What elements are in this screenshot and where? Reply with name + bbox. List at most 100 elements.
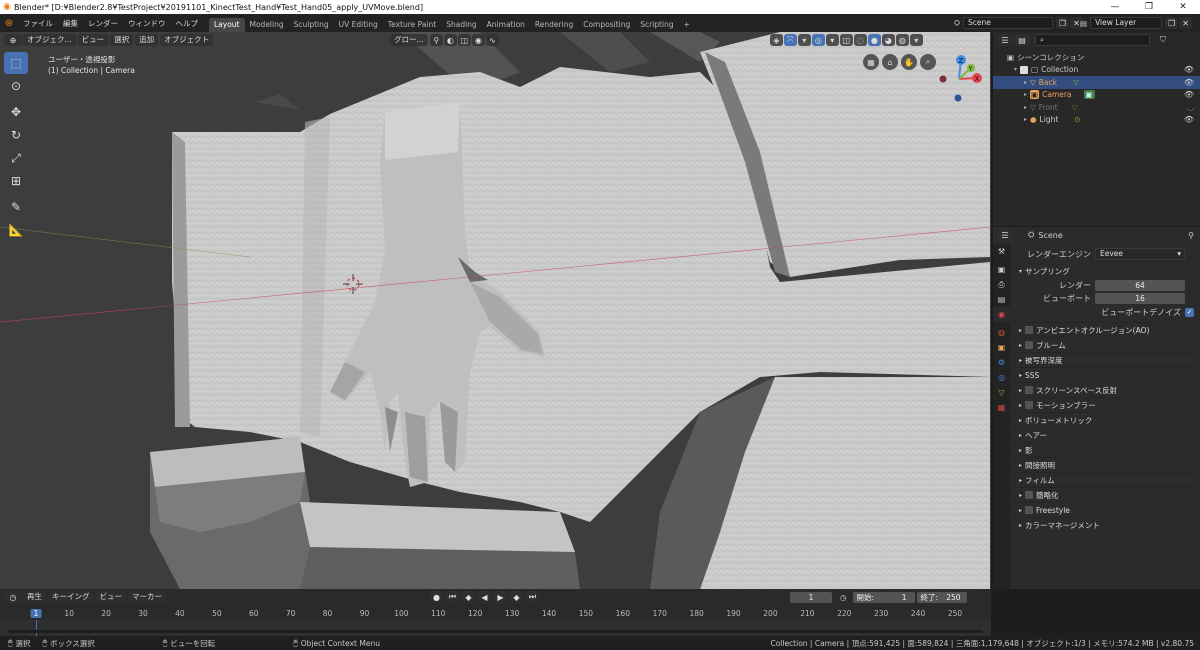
section-ao[interactable]: ▸ アンビエントオクルージョン(AO): [1013, 322, 1197, 337]
expand-arrow-icon[interactable]: ▸: [1021, 116, 1030, 123]
modifiers-tab-icon[interactable]: ⚙: [993, 355, 1010, 370]
section-film[interactable]: ▸ フィルム: [1013, 472, 1197, 487]
transform-orientation-dropdown[interactable]: グロー...: [390, 34, 428, 46]
expand-arrow-icon[interactable]: ▸: [1021, 79, 1030, 86]
move-tool-icon[interactable]: ✥: [4, 101, 28, 123]
pivot-icon[interactable]: ⚲: [429, 34, 443, 46]
expand-arrow-icon[interactable]: ▸: [1016, 432, 1025, 439]
section-dof[interactable]: ▸ 被写界深度: [1013, 352, 1197, 367]
overlays-dropdown-icon[interactable]: ▾: [825, 34, 839, 46]
cursor-tool-icon[interactable]: ⊙: [4, 75, 28, 97]
expand-arrow-icon[interactable]: ▸: [1016, 372, 1025, 379]
expand-arrow-icon[interactable]: ▸: [1021, 104, 1030, 111]
camera-data-icon[interactable]: ▣: [1083, 90, 1095, 100]
eye-icon[interactable]: 👁: [1184, 115, 1194, 124]
falloff-icon[interactable]: ∿: [485, 34, 499, 46]
expand-arrow-icon[interactable]: ▸: [1016, 342, 1025, 349]
section-motion-blur[interactable]: ▸ モーションブラー: [1013, 397, 1197, 412]
expand-arrow-icon[interactable]: ▸: [1016, 462, 1025, 469]
select-box-tool-icon[interactable]: ⬚: [4, 52, 28, 74]
section-checkbox[interactable]: [1025, 386, 1033, 394]
light-data-icon[interactable]: ⊙: [1074, 115, 1080, 124]
timeline-editor-type-icon[interactable]: ◷: [4, 591, 22, 603]
render-tab-icon[interactable]: ▣: [993, 262, 1010, 277]
3d-viewport[interactable]: [0, 32, 991, 589]
pan-view-icon[interactable]: ✋: [901, 54, 917, 70]
section-checkbox[interactable]: [1025, 341, 1033, 349]
scene-field[interactable]: Scene: [963, 17, 1053, 29]
minimize-button[interactable]: —: [1098, 0, 1132, 14]
timeline-scrollbar[interactable]: [8, 630, 983, 633]
pin-icon[interactable]: ⚲: [1188, 231, 1194, 240]
tab-modeling[interactable]: Modeling: [245, 18, 289, 32]
properties-editor-type-icon[interactable]: ☰: [997, 229, 1013, 241]
snap-target-icon[interactable]: ◫: [457, 34, 471, 46]
shading-rendered-icon[interactable]: ◍: [895, 34, 909, 46]
blender-menu-icon[interactable]: ⊛: [0, 18, 18, 29]
play-reverse-icon[interactable]: ◀: [478, 591, 491, 603]
eye-closed-icon[interactable]: ◡: [1187, 103, 1194, 112]
add-workspace-button[interactable]: +: [679, 18, 695, 32]
jump-start-icon[interactable]: ⏮: [446, 591, 459, 603]
viewport-samples-field[interactable]: 16: [1095, 293, 1185, 304]
tab-shading[interactable]: Shading: [441, 18, 481, 32]
timeline-track-area[interactable]: [0, 620, 991, 636]
tab-layout[interactable]: Layout: [209, 18, 245, 32]
outliner-search-input[interactable]: ⌕: [1035, 34, 1150, 46]
timeline-view-menu[interactable]: ビュー: [95, 591, 126, 603]
section-volumetrics[interactable]: ▸ ボリューメトリック: [1013, 412, 1197, 427]
tab-scripting[interactable]: Scripting: [635, 18, 678, 32]
preview-range-icon[interactable]: ◷: [840, 593, 847, 602]
section-checkbox[interactable]: [1025, 401, 1033, 409]
section-indirect-lighting[interactable]: ▸ 間接照明: [1013, 457, 1197, 472]
new-scene-icon[interactable]: ❐: [1056, 17, 1069, 29]
add-menu[interactable]: 追加: [135, 34, 159, 46]
view-layer-tab-icon[interactable]: ▤: [993, 292, 1010, 307]
visibility-icon[interactable]: ◈: [769, 34, 783, 46]
shading-material-icon[interactable]: ◕: [881, 34, 895, 46]
frame-start-field[interactable]: 開始: 1: [852, 591, 915, 603]
expand-arrow-icon[interactable]: ▸: [1021, 91, 1030, 98]
object-data-tab-icon[interactable]: ▽: [993, 385, 1010, 400]
marker-menu[interactable]: マーカー: [128, 591, 166, 603]
frame-end-field[interactable]: 終了: 250: [916, 591, 967, 603]
tab-animation[interactable]: Animation: [482, 18, 530, 32]
view-layer-field[interactable]: View Layer: [1090, 17, 1163, 29]
rotate-tool-icon[interactable]: ↻: [4, 124, 28, 146]
expand-arrow-icon[interactable]: ▸: [1016, 447, 1025, 454]
overlays-toggle-icon[interactable]: ◎: [811, 34, 825, 46]
expand-arrow-icon[interactable]: ▸: [1016, 477, 1025, 484]
outliner-item-front[interactable]: ▸ ▽ Front ▽ ◡: [993, 101, 1200, 114]
expand-arrow-icon[interactable]: ▸: [1016, 417, 1025, 424]
axis-gizmo[interactable]: X Z Y: [937, 52, 987, 102]
xray-icon[interactable]: ◫: [839, 34, 853, 46]
keying-menu[interactable]: キーイング: [48, 591, 94, 603]
object-tab-icon[interactable]: ▣: [993, 340, 1010, 355]
output-tab-icon[interactable]: ⎙: [993, 277, 1010, 292]
section-checkbox[interactable]: [1025, 491, 1033, 499]
outliner-item-light[interactable]: ▸ ● Light ⊙ 👁: [993, 114, 1200, 127]
snap-icon[interactable]: ◐: [443, 34, 457, 46]
select-menu[interactable]: 選択: [110, 34, 134, 46]
section-freestyle[interactable]: ▸ Freestyle: [1013, 502, 1197, 517]
section-hair[interactable]: ▸ ヘアー: [1013, 427, 1197, 442]
record-icon[interactable]: ●: [430, 591, 443, 603]
outliner-editor-type-icon[interactable]: ☰: [997, 34, 1013, 46]
delete-view-layer-icon[interactable]: ✕: [1179, 17, 1193, 29]
expand-arrow-icon[interactable]: ▸: [1016, 327, 1025, 334]
tab-uv-editing[interactable]: UV Editing: [334, 18, 383, 32]
sampling-section[interactable]: ▾ サンプリング: [1013, 264, 1197, 279]
jump-end-icon[interactable]: ⏭: [526, 591, 539, 603]
camera-view-icon[interactable]: ⌂: [882, 54, 898, 70]
menu-window[interactable]: ウィンドウ: [123, 18, 171, 29]
view-menu[interactable]: ビュー: [77, 34, 109, 46]
expand-arrow-icon[interactable]: ▾: [1011, 66, 1020, 73]
expand-arrow-icon[interactable]: ▸: [1016, 387, 1025, 394]
scale-tool-icon[interactable]: ⤢: [4, 147, 28, 169]
collection-row[interactable]: ▾ ▢ Collection 👁: [993, 64, 1200, 77]
tool-tab-icon[interactable]: ⚒: [993, 244, 1010, 259]
eye-icon[interactable]: 👁: [1184, 78, 1194, 87]
render-samples-field[interactable]: 64: [1095, 280, 1185, 291]
section-checkbox[interactable]: [1025, 326, 1033, 334]
play-icon[interactable]: ▶: [494, 591, 507, 603]
